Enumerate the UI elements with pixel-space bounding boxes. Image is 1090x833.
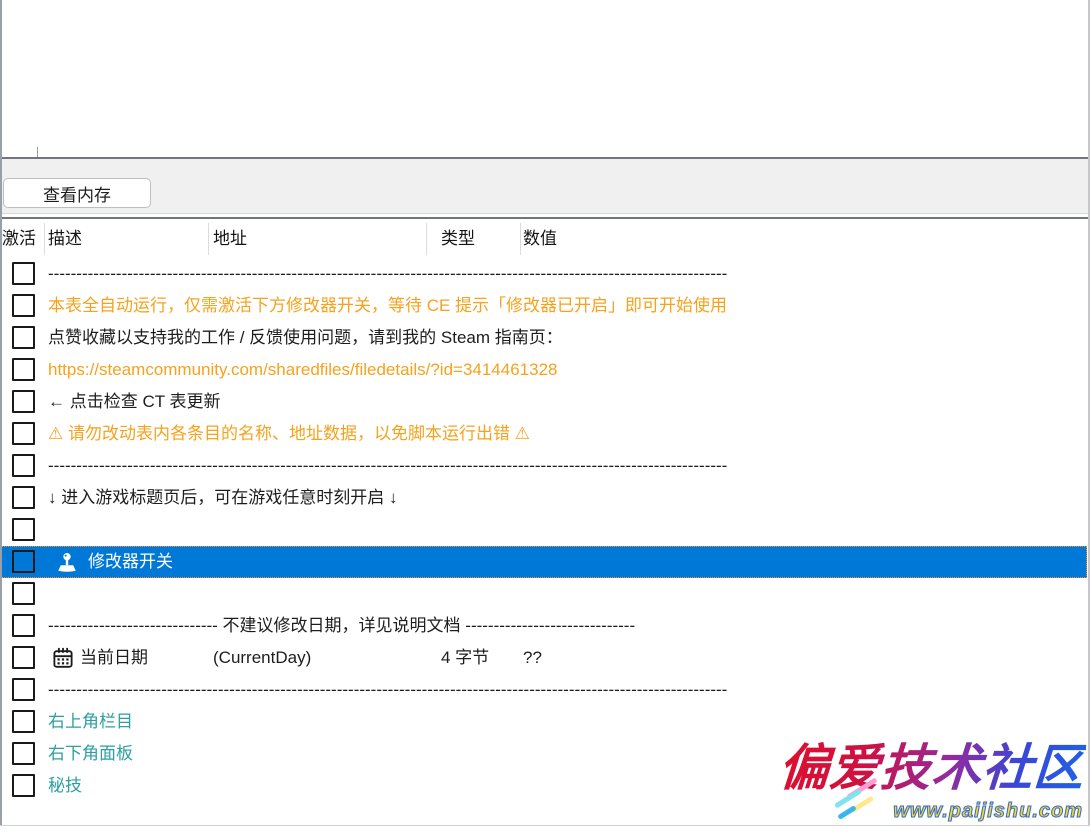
column-divider xyxy=(426,223,427,255)
row-checkbox[interactable] xyxy=(12,262,35,285)
group-row[interactable]: 右下角面板 xyxy=(48,738,133,770)
current-day-row[interactable]: 当前日期 xyxy=(80,642,148,674)
view-memory-button[interactable]: 查看内存 xyxy=(3,178,151,208)
row-checkbox[interactable] xyxy=(12,710,35,733)
cheat-engine-window: 查看内存 激活描述 地址 类型 数值 ------------------------… xyxy=(0,0,1090,833)
row-value-cell[interactable]: ?? xyxy=(523,642,542,674)
row-checkbox[interactable] xyxy=(12,422,35,445)
table-row[interactable]: ⚠ 请勿改动表内各条目的名称、地址数据，以免脚本运行出错 ⚠ xyxy=(0,418,1090,450)
table-row[interactable]: ------------------------------ 不建议修改日期，详… xyxy=(0,610,1090,642)
row-checkbox[interactable] xyxy=(12,742,35,765)
watermark-url: www.paijishu.com xyxy=(893,800,1083,823)
group-row[interactable]: 右上角栏目 xyxy=(48,706,133,738)
column-header-value[interactable]: 数值 xyxy=(523,219,557,258)
table-row[interactable]: 秘技 xyxy=(0,770,1090,802)
column-divider xyxy=(208,223,209,255)
table-row[interactable]: ----------------------------------------… xyxy=(0,674,1090,706)
table-row[interactable]: 本表全自动运行，仅需激活下方修改器开关，等待 CE 提示「修改器已开启」即可开始… xyxy=(0,290,1090,322)
info-row[interactable]: 点赞收藏以支持我的工作 / 反馈使用问题，请到我的 Steam 指南页： xyxy=(48,322,563,354)
row-checkbox[interactable] xyxy=(12,486,35,509)
table-row[interactable]: https://steamcommunity.com/sharedfiles/f… xyxy=(0,354,1090,386)
info-row[interactable]: 本表全自动运行，仅需激活下方修改器开关，等待 CE 提示「修改器已开启」即可开始… xyxy=(48,290,727,322)
table-row[interactable]: 当前日期 (CurrentDay) 4 字节?? xyxy=(0,642,1090,674)
separator-row[interactable]: ----------------------------------------… xyxy=(48,674,727,706)
info-row[interactable]: ↓ 进入游戏标题页后，可在游戏任意时刻开启 ↓ xyxy=(48,482,397,514)
table-row[interactable]: ----------------------------------------… xyxy=(0,258,1090,290)
row-checkbox[interactable] xyxy=(12,518,35,541)
joystick-icon xyxy=(56,551,78,573)
table-row[interactable]: ← 点击检查 CT 表更新 xyxy=(0,386,1090,418)
table-row[interactable]: 右下角面板 xyxy=(0,738,1090,770)
row-checkbox[interactable] xyxy=(12,614,35,637)
row-checkbox[interactable] xyxy=(12,582,35,605)
row-checkbox[interactable] xyxy=(12,774,35,797)
table-row[interactable] xyxy=(0,514,1090,546)
table-row[interactable]: 右上角栏目 xyxy=(0,706,1090,738)
row-address-cell[interactable]: (CurrentDay) xyxy=(213,642,311,674)
column-header-address[interactable]: 地址 xyxy=(213,219,247,258)
row-checkbox[interactable] xyxy=(12,326,35,349)
column-header-type[interactable]: 类型 xyxy=(441,219,475,258)
row-checkbox[interactable] xyxy=(12,550,35,573)
trainer-switch-row[interactable]: 修改器开关 xyxy=(88,546,173,578)
separator-row[interactable]: ----------------------------------------… xyxy=(48,258,727,290)
table-header: 激活描述 地址 类型 数值 xyxy=(0,219,1090,258)
window-left-border xyxy=(0,0,2,826)
row-checkbox[interactable] xyxy=(12,454,35,477)
column-header-description[interactable]: 描述 xyxy=(48,219,82,258)
column-divider xyxy=(44,223,45,255)
table-row[interactable]: ↓ 进入游戏标题页后，可在游戏任意时刻开启 ↓ xyxy=(0,482,1090,514)
toolbar: 查看内存 xyxy=(2,159,1088,214)
watermark-stroke-decor xyxy=(837,805,857,820)
row-checkbox[interactable] xyxy=(12,646,35,669)
separator-row[interactable]: ----------------------------------------… xyxy=(48,450,727,482)
window-bottom-border xyxy=(0,825,1090,826)
row-checkbox[interactable] xyxy=(12,358,35,381)
row-checkbox[interactable] xyxy=(12,294,35,317)
calendar-icon xyxy=(52,647,74,669)
warning-row[interactable]: ⚠ 请勿改动表内各条目的名称、地址数据，以免脚本运行出错 ⚠ xyxy=(48,418,530,450)
table-row[interactable]: 点赞收藏以支持我的工作 / 反馈使用问题，请到我的 Steam 指南页： xyxy=(0,322,1090,354)
table-row[interactable]: 修改器开关 xyxy=(0,546,1090,578)
top-blank-panel xyxy=(2,0,1088,159)
column-divider xyxy=(520,223,521,255)
table-row[interactable]: ----------------------------------------… xyxy=(0,450,1090,482)
group-row[interactable]: 秘技 xyxy=(48,770,82,802)
table-row[interactable] xyxy=(0,578,1090,610)
info-row[interactable]: ------------------------------ 不建议修改日期，详… xyxy=(48,610,635,642)
panel-corner-line xyxy=(37,147,38,157)
row-type-cell[interactable]: 4 字节 xyxy=(441,642,489,674)
column-header-activate[interactable]: 激活 xyxy=(2,219,36,258)
row-checkbox[interactable] xyxy=(12,678,35,701)
check-update-row[interactable]: ← 点击检查 CT 表更新 xyxy=(48,386,221,418)
row-checkbox[interactable] xyxy=(12,390,35,413)
steam-guide-link[interactable]: https://steamcommunity.com/sharedfiles/f… xyxy=(48,354,558,386)
